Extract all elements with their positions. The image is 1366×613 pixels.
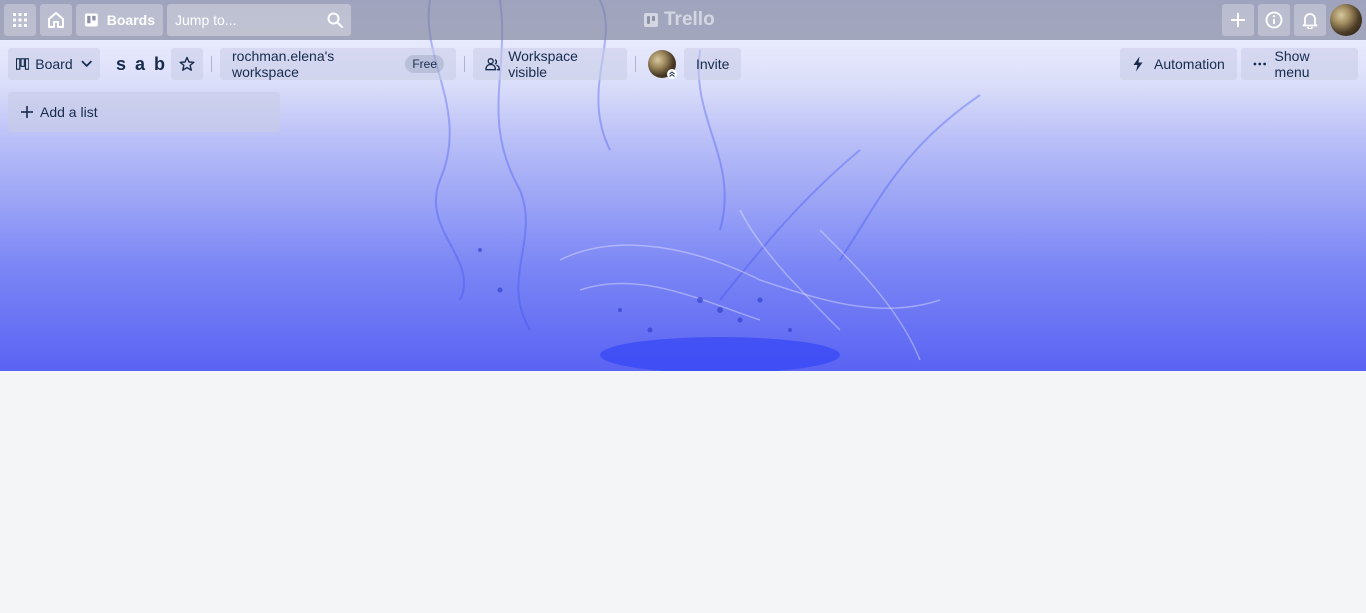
boards-button[interactable]: Boards <box>76 4 163 36</box>
user-avatar[interactable] <box>1330 4 1362 36</box>
workspace-plan-badge: Free <box>405 55 444 73</box>
search-input[interactable] <box>167 4 317 36</box>
member-avatar[interactable] <box>648 50 677 79</box>
chevron-down-icon <box>80 60 92 68</box>
invite-button[interactable]: Invite <box>684 48 741 80</box>
notifications-button[interactable] <box>1294 4 1326 36</box>
board-view-label: Board <box>35 56 73 72</box>
workspace-name: rochman.elena's workspace <box>232 48 335 80</box>
trello-logo[interactable]: Trello <box>644 9 715 31</box>
search-box[interactable] <box>167 4 351 36</box>
more-dots-icon <box>1253 62 1266 66</box>
boards-label: Boards <box>106 12 155 28</box>
home-button[interactable] <box>40 4 72 36</box>
boards-icon <box>84 13 98 27</box>
trello-logo-icon <box>644 13 658 27</box>
lightning-icon <box>1133 56 1143 72</box>
bell-icon <box>1302 13 1318 29</box>
show-menu-button[interactable]: Show menu <box>1241 48 1358 80</box>
board-view-icon <box>16 58 30 70</box>
search-icon[interactable] <box>327 12 343 28</box>
app-switcher-button[interactable] <box>4 4 36 36</box>
visibility-button[interactable]: Workspace visible <box>473 48 627 80</box>
workspace-button[interactable]: rochman.elena's workspace Free <box>220 48 456 80</box>
plus-icon <box>21 106 33 118</box>
logo-text: Trello <box>664 9 715 30</box>
info-icon <box>1265 11 1283 29</box>
add-list-button[interactable]: Add a list <box>8 92 280 132</box>
home-icon <box>48 12 64 28</box>
divider <box>464 56 465 72</box>
invite-label: Invite <box>696 56 730 72</box>
divider <box>635 56 636 72</box>
divider <box>211 56 212 72</box>
top-header: Boards Trello <box>0 0 1366 40</box>
board-title[interactable]: s a b <box>108 48 175 80</box>
star-icon <box>179 56 195 71</box>
automation-label: Automation <box>1154 56 1225 72</box>
grid-icon <box>13 13 27 27</box>
plus-icon <box>1231 13 1245 27</box>
info-button[interactable] <box>1258 4 1290 36</box>
board-view-switcher[interactable]: Board <box>8 48 100 80</box>
create-button[interactable] <box>1222 4 1254 36</box>
workspace-visible-icon <box>485 58 500 71</box>
show-menu-label: Show menu <box>1274 48 1310 80</box>
visibility-label: Workspace visible <box>508 48 578 80</box>
add-list-label: Add a list <box>40 104 98 120</box>
admin-chevron-icon <box>667 69 677 79</box>
automation-button[interactable]: Automation <box>1120 48 1237 80</box>
star-board-button[interactable] <box>171 48 203 80</box>
